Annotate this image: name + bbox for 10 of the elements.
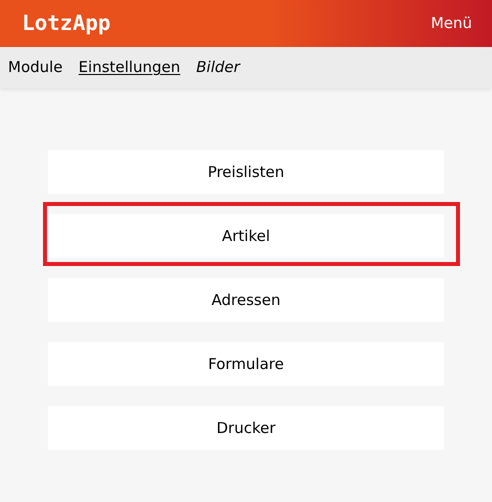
nav-link[interactable]: Bilder <box>196 56 240 79</box>
nav-link[interactable]: Einstellungen <box>78 56 180 79</box>
menu-item[interactable]: Preislisten <box>48 150 444 194</box>
app-title: LotzApp <box>22 10 111 37</box>
menu-item[interactable]: Adressen <box>48 278 444 322</box>
menu-item[interactable]: Formulare <box>48 342 444 386</box>
menu-button[interactable]: Menü <box>430 12 472 35</box>
menu-item[interactable]: Artikel <box>48 214 444 258</box>
nav-link[interactable]: Module <box>8 56 63 79</box>
menu-item[interactable]: Drucker <box>48 406 444 450</box>
